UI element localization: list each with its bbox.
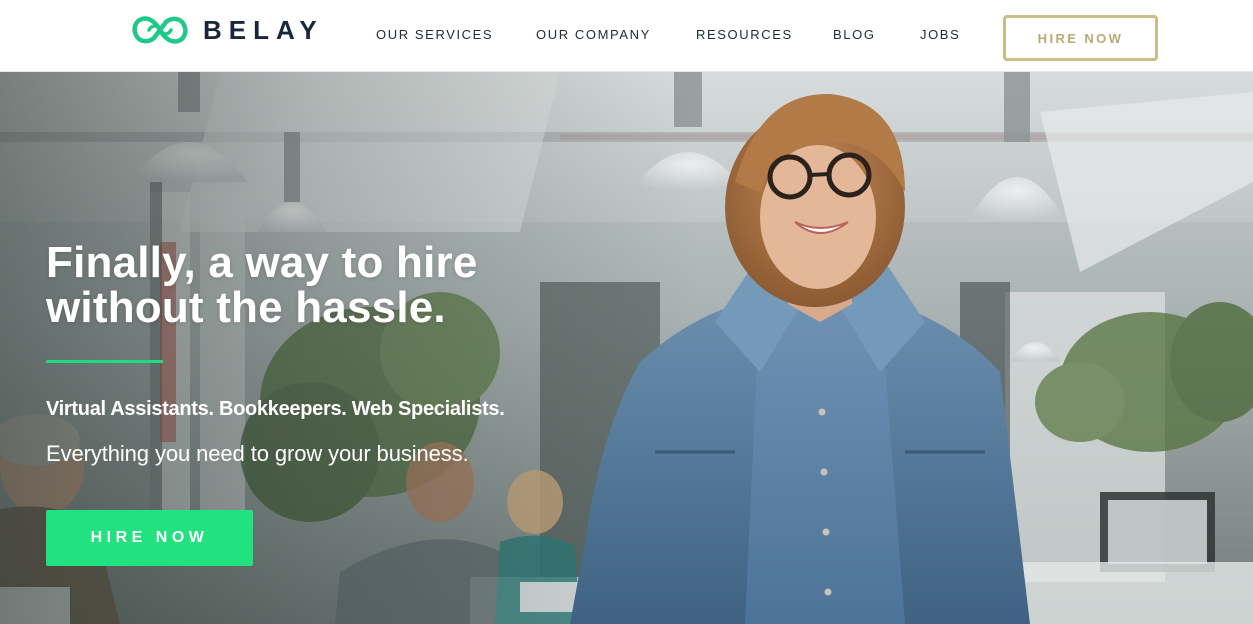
hero-tagline: Everything you need to grow your busines… <box>46 441 469 466</box>
hero-accent-divider <box>46 360 163 363</box>
hero-headline-line1: Finally, a way to hire <box>46 238 478 287</box>
nav-blog[interactable]: BLOG <box>833 27 876 42</box>
hero-headline-line2: without the hassle. <box>46 283 446 332</box>
header-hire-now-button[interactable]: HIRE NOW <box>1003 15 1158 61</box>
infinity-loop-icon <box>132 16 188 44</box>
hero-subheadline: Virtual Assistants. Bookkeepers. Web Spe… <box>46 398 505 420</box>
nav-our-company[interactable]: OUR COMPANY <box>536 27 651 42</box>
hero-headline: Finally, a way to hire without the hassl… <box>46 240 606 330</box>
logo-link[interactable]: BELAY <box>131 12 324 48</box>
brand-wordmark: BELAY <box>203 14 324 45</box>
hero-hire-now-button[interactable]: HIRE NOW <box>46 510 253 566</box>
nav-our-services[interactable]: OUR SERVICES <box>376 27 493 42</box>
nav-resources[interactable]: RESOURCES <box>696 27 793 42</box>
site-header: BELAY OUR SERVICES OUR COMPANY RESOURCES… <box>0 0 1253 72</box>
nav-jobs[interactable]: JOBS <box>920 27 960 42</box>
hero-section: Finally, a way to hire without the hassl… <box>0 72 1253 624</box>
